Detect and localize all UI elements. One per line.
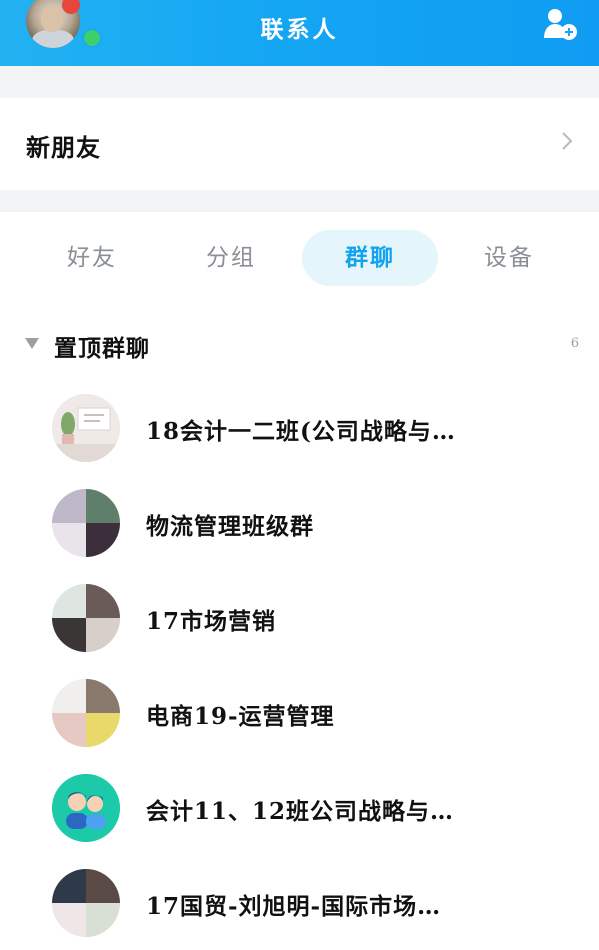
group-list: 18会计一二班(公司战略与… 物流管理班级群 17市场营销 电商19-运营管理 — [0, 380, 599, 950]
list-item[interactable]: 17市场营销 — [0, 570, 599, 665]
list-item[interactable]: 物流管理班级群 — [0, 475, 599, 570]
contact-tabs: 好友 分组 群聊 设备 — [0, 230, 599, 288]
pinned-groups-header[interactable]: 置顶群聊 6 — [0, 320, 599, 370]
chevron-right-icon — [562, 132, 573, 150]
list-item[interactable]: 17国贸-刘旭明-国际市场… — [0, 855, 599, 950]
cactus-card-image — [52, 394, 120, 462]
new-friends-label: 新朋友 — [26, 133, 101, 162]
group-avatar — [52, 584, 120, 652]
pinned-groups-count: 6 — [570, 336, 579, 351]
section-divider — [0, 190, 599, 212]
list-item[interactable]: 会计11、12班公司战略与… — [0, 760, 599, 855]
group-avatar — [52, 679, 120, 747]
add-contact-button[interactable] — [542, 6, 582, 42]
collapse-triangle-icon — [25, 338, 39, 349]
group-name: 17市场营销 — [146, 608, 277, 635]
group-name: 18会计一二班(公司战略与… — [146, 418, 456, 445]
pinned-groups-label: 置顶群聊 — [54, 335, 150, 362]
group-name: 电商19-运营管理 — [146, 703, 335, 730]
group-name: 会计11、12班公司战略与… — [146, 798, 455, 825]
group-avatar — [52, 869, 120, 937]
group-name: 17国贸-刘旭明-国际市场… — [146, 893, 442, 920]
group-avatar — [52, 774, 120, 842]
group-name: 物流管理班级群 — [146, 513, 314, 540]
tab-group-chats[interactable]: 群聊 — [302, 230, 438, 286]
list-item[interactable]: 电商19-运营管理 — [0, 665, 599, 760]
tab-groups-category[interactable]: 分组 — [163, 230, 299, 286]
tab-devices[interactable]: 设备 — [441, 230, 577, 286]
default-group-icon — [52, 774, 120, 842]
list-item[interactable]: 18会计一二班(公司战略与… — [0, 380, 599, 475]
group-avatar — [52, 394, 120, 462]
page-title: 联系人 — [260, 16, 339, 43]
tab-friends[interactable]: 好友 — [24, 230, 160, 286]
new-friends-row[interactable]: 新朋友 — [0, 98, 599, 190]
group-avatar — [52, 489, 120, 557]
section-divider — [0, 66, 599, 98]
add-contact-icon — [544, 9, 577, 40]
top-bar: 联系人 — [0, 0, 599, 66]
